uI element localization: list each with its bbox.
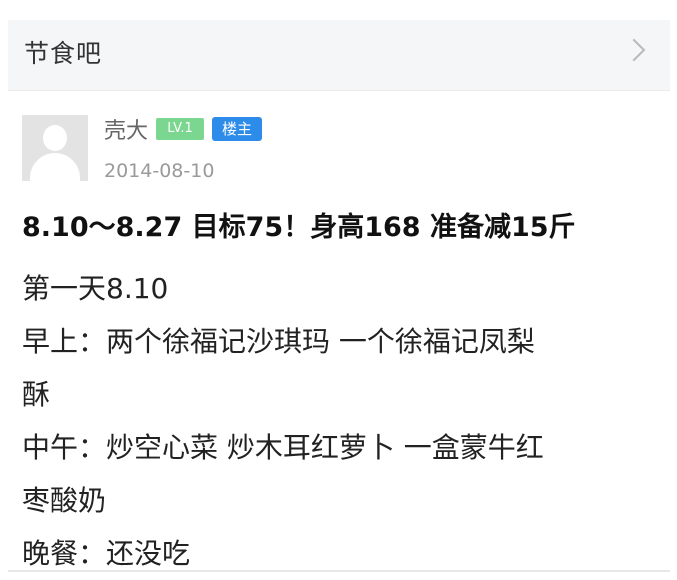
forum-header[interactable]: 节食吧: [8, 20, 670, 91]
forum-name[interactable]: 节食吧: [24, 34, 102, 70]
chevron-right-icon[interactable]: [622, 38, 646, 62]
author-name[interactable]: 壳大: [104, 113, 148, 145]
post-date: 2014-08-10: [104, 160, 215, 182]
owner-badge: 楼主: [212, 117, 262, 141]
level-badge: LV.1: [156, 118, 204, 140]
body-line: 酥: [22, 378, 51, 411]
body-line: 枣酸奶: [22, 484, 107, 517]
avatar-shoulders: [30, 153, 80, 181]
body-line: 中午：炒空心菜 炒木耳红萝卜 一盒蒙牛红: [22, 431, 544, 464]
body-line: 第一天8.10: [22, 272, 169, 305]
divider: [8, 570, 670, 572]
body-line: 早上：两个徐福记沙琪玛 一个徐福记凤梨: [22, 325, 535, 358]
body-line: 晚餐：还没吃: [22, 537, 191, 570]
avatar-head: [43, 125, 67, 151]
avatar[interactable]: [22, 115, 88, 181]
post-title: 8.10～8.27 目标75！身高168 准备减15斤: [22, 212, 576, 243]
post-body: 第一天8.10 早上：两个徐福记沙琪玛 一个徐福记凤梨 酥 中午：炒空心菜 炒木…: [22, 262, 642, 580]
